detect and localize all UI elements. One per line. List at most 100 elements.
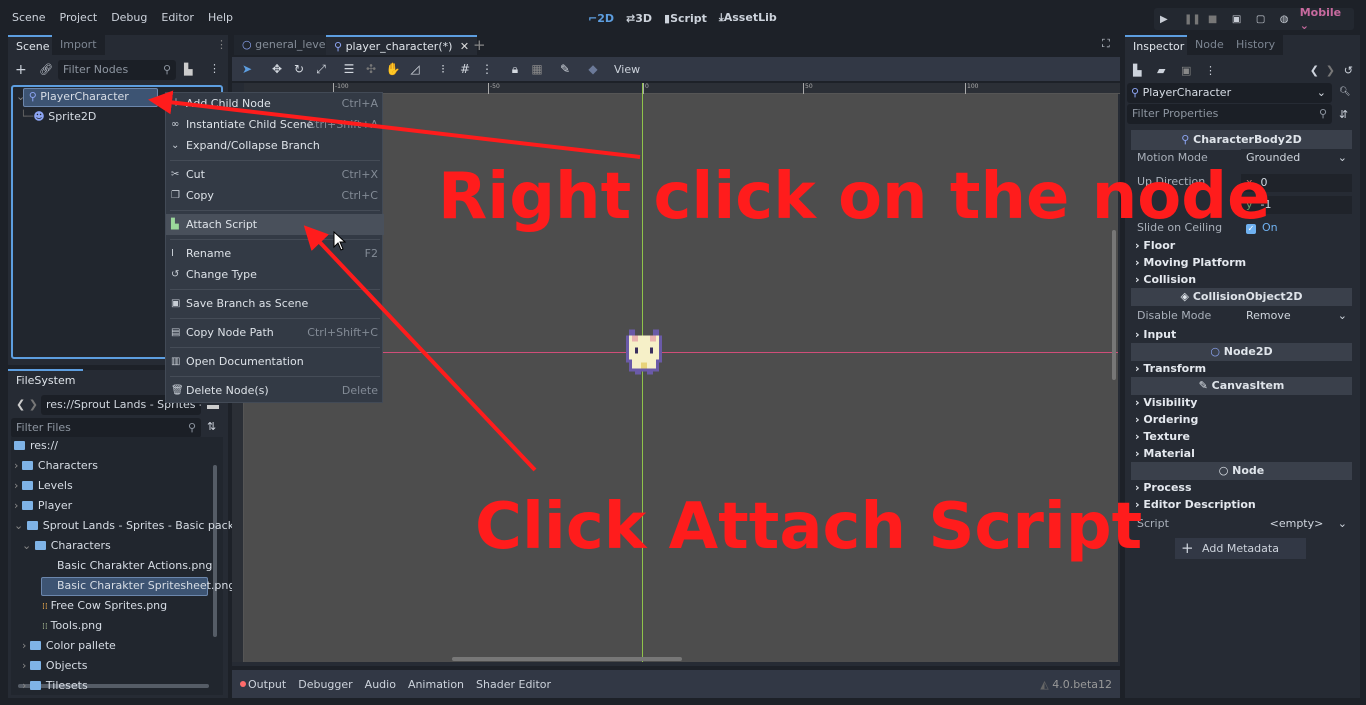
tab-general-level[interactable]: ○ general_level — [234, 35, 337, 55]
file-item[interactable]: › Color pallete — [22, 636, 116, 656]
filter-files-input[interactable]: Filter Files ⚲ — [11, 418, 201, 438]
viewport-vscrollbar[interactable] — [1112, 230, 1116, 380]
group-input[interactable]: › Input — [1131, 325, 1352, 345]
tab-import[interactable]: Import — [52, 35, 105, 55]
add-node-icon[interactable]: + — [15, 62, 27, 78]
menu-instantiate-child-scene[interactable]: ∞ Instantiate Child Scene Ctrl+Shift+A — [166, 114, 384, 135]
renderer-select[interactable]: Mobile ⌄ — [1300, 6, 1354, 32]
file-item[interactable]: Basic Charakter Actions.png — [57, 556, 212, 576]
tab-animation[interactable]: Animation — [408, 678, 464, 691]
workspace-3d[interactable]: ⇄3D — [626, 12, 652, 25]
menu-add-child-node[interactable]: ＋ Add Child Node Ctrl+A — [166, 93, 384, 114]
menu-open-documentation[interactable]: ▥ Open Documentation — [166, 351, 384, 372]
menu-debug[interactable]: Debug — [111, 11, 147, 24]
object-history-icon[interactable]: ↺ — [1344, 64, 1353, 77]
tab-audio[interactable]: Audio — [365, 678, 396, 691]
play-custom-scene-icon[interactable]: ▢ — [1256, 14, 1280, 25]
group-material[interactable]: › Material — [1131, 444, 1352, 464]
more-icon[interactable]: ⋮ — [209, 62, 220, 75]
camera-icon[interactable]: ◆ — [582, 62, 604, 76]
play-scene-icon[interactable]: ▣ — [1232, 14, 1256, 25]
tab-node[interactable]: Node — [1187, 35, 1232, 55]
file-tree-scrollbar[interactable] — [213, 465, 217, 637]
sort-icon[interactable]: ⇅ — [207, 420, 216, 433]
menu-copy-node-path[interactable]: ▤ Copy Node Path Ctrl+Shift+C — [166, 322, 384, 343]
move-tool-icon[interactable]: ✥ — [266, 62, 288, 76]
menu-delete-nodes[interactable]: 🗑︎ Delete Node(s) Delete — [166, 380, 384, 401]
history-forward-icon[interactable]: ❯ — [1326, 64, 1344, 77]
file-item[interactable]: ⁞⁞ Tools.png — [42, 616, 102, 636]
viewport-hscrollbar[interactable] — [452, 657, 682, 661]
doc-icon[interactable]: 🔍︎ — [1339, 87, 1350, 97]
rotate-tool-icon[interactable]: ↻ — [288, 62, 310, 76]
menu-attach-script[interactable]: ▙ Attach Script — [166, 214, 384, 235]
tab-player-character[interactable]: ⚲ player_character(*) ✕ — [326, 35, 478, 55]
workspace-script[interactable]: ▮Script — [664, 12, 707, 25]
file-item[interactable]: res:// — [14, 436, 58, 456]
list-select-icon[interactable]: ☰ — [338, 62, 360, 76]
workspace-2d[interactable]: ⌐2D — [588, 12, 614, 25]
new-resource-icon[interactable]: ▙ — [1133, 64, 1157, 77]
menu-editor[interactable]: Editor — [161, 11, 194, 24]
file-item[interactable]: ⌄ Sprout Lands - Sprites - Basic pack — [14, 516, 234, 536]
more-icon[interactable]: ⋮ — [1205, 64, 1229, 77]
link-icon[interactable]: 🔗︎ — [39, 63, 53, 76]
filter-properties-input[interactable]: Filter Properties ⚲ — [1127, 104, 1332, 124]
tree-node-playercharacter[interactable]: ⌄ ⚲ PlayerCharacter — [16, 87, 129, 107]
filter-nodes-input[interactable]: Filter Nodes ⚲ — [58, 60, 176, 80]
file-item[interactable]: › Player — [14, 496, 72, 516]
save-icon[interactable]: ▣ — [1181, 64, 1205, 77]
menu-help[interactable]: Help — [208, 11, 233, 24]
open-folder-icon[interactable]: ▰ — [1157, 64, 1181, 77]
tab-inspector[interactable]: Inspector — [1125, 35, 1193, 55]
menu-expand-collapse[interactable]: ⌄ Expand/Collapse Branch — [166, 135, 384, 156]
file-item[interactable]: › Levels — [14, 476, 73, 496]
tab-debugger[interactable]: Debugger — [298, 678, 352, 691]
file-item[interactable]: › Tilesets — [22, 676, 88, 696]
smart-snap-icon[interactable]: ⁝ — [432, 62, 454, 76]
file-item[interactable]: › Objects — [22, 656, 87, 676]
tab-history[interactable]: History — [1228, 35, 1284, 55]
play-icon[interactable]: ▶ — [1160, 14, 1184, 25]
lock-icon[interactable]: 🔒︎ — [504, 62, 526, 77]
menu-copy[interactable]: ❐ Copy Ctrl+C — [166, 185, 384, 206]
tab-scene[interactable]: Scene — [8, 35, 58, 55]
file-item[interactable]: ⁞⁞ Free Cow Sprites.png — [42, 596, 167, 616]
grid-snap-icon[interactable]: # — [454, 62, 476, 76]
stop-icon[interactable]: ■ — [1208, 14, 1232, 25]
node-selector[interactable]: ⚲ PlayerCharacter ⌄ — [1127, 83, 1332, 103]
pan-tool-icon[interactable]: ✋ — [382, 62, 404, 76]
tab-output[interactable]: Output — [248, 678, 286, 691]
group-icon[interactable]: ▦ — [526, 62, 548, 76]
script-select[interactable]: <empty> ⌄ — [1241, 514, 1352, 534]
property-options-icon[interactable]: ⇵ — [1339, 108, 1348, 121]
player-sprite[interactable] — [623, 326, 665, 378]
snap-options-icon[interactable]: ⋮ — [476, 62, 498, 76]
pause-icon[interactable]: ❚❚ — [1184, 14, 1208, 25]
group-transform[interactable]: › Transform — [1131, 359, 1352, 379]
tab-filesystem[interactable]: FileSystem — [8, 369, 84, 389]
fullscreen-icon[interactable]: ⛶ — [1102, 37, 1110, 51]
view-menu[interactable]: View — [614, 63, 640, 76]
menu-project[interactable]: Project — [60, 11, 98, 24]
history-back-icon[interactable]: ❮ — [1310, 64, 1326, 77]
menu-cut[interactable]: ✂ Cut Ctrl+X — [166, 164, 384, 185]
new-tab-icon[interactable]: + — [473, 36, 486, 54]
group-editor-description[interactable]: › Editor Description — [1131, 495, 1352, 515]
dock-menu-icon[interactable]: ⋮ — [216, 38, 227, 51]
select-tool-icon[interactable]: ➤ — [236, 62, 258, 76]
tree-node-sprite2d[interactable]: └─☻ Sprite2D — [20, 107, 96, 127]
workspace-assetlib[interactable]: ⤓AssetLib — [719, 11, 777, 25]
file-item[interactable]: Basic Charakter Spritesheet.png — [57, 576, 235, 596]
pivot-tool-icon[interactable]: ✣ — [360, 62, 382, 76]
tab-shader-editor[interactable]: Shader Editor — [476, 678, 551, 691]
file-item[interactable]: ⌄ Characters — [22, 536, 111, 556]
ruler-tool-icon[interactable]: ◿ — [404, 62, 426, 76]
movie-maker-icon[interactable]: ◍ — [1280, 14, 1300, 25]
disable-mode-select[interactable]: Remove ⌄ — [1241, 307, 1352, 325]
menu-scene[interactable]: Scene — [12, 11, 46, 24]
attach-script-icon[interactable]: ▙ — [184, 63, 192, 76]
menu-rename[interactable]: I Rename F2 — [166, 243, 384, 264]
group-collision[interactable]: › Collision — [1131, 270, 1352, 290]
back-icon[interactable]: ❮ ❯ — [16, 398, 38, 411]
